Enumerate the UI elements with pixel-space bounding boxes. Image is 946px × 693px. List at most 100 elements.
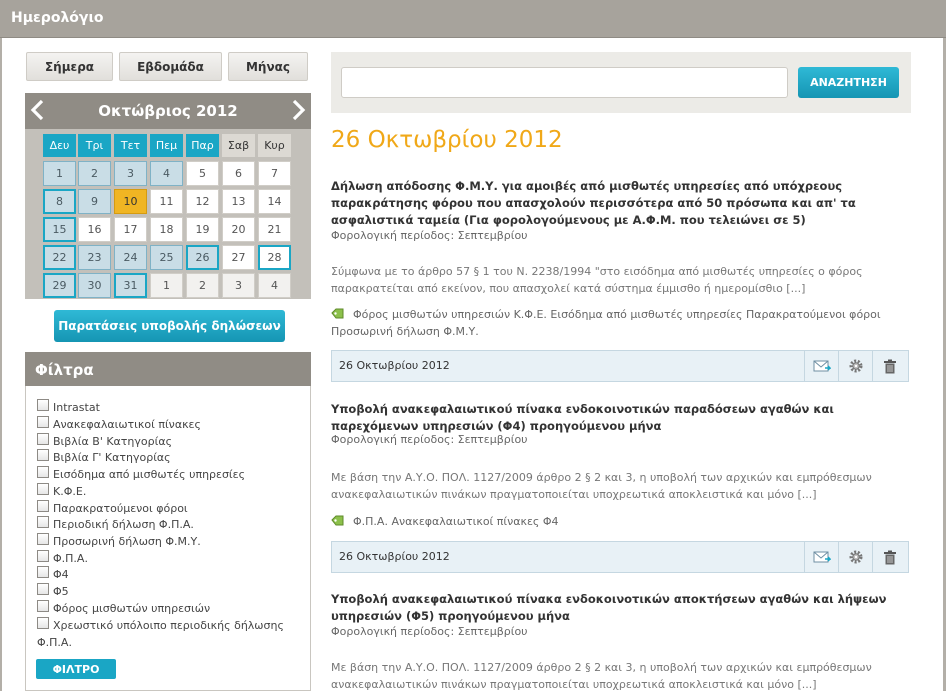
checkbox[interactable] xyxy=(37,399,49,411)
weekday-fri: Παρ xyxy=(186,134,219,157)
checkbox[interactable] xyxy=(37,533,49,545)
filter-option[interactable]: Χρεωστικό υπόλοιπο περιοδικής δήλωσης Φ.… xyxy=(37,617,297,651)
entry-date: 26 Οκτωβρίου 2012 xyxy=(339,359,450,372)
delete-button[interactable] xyxy=(872,351,906,381)
calendar-day[interactable]: 16 xyxy=(78,217,111,242)
settings-button[interactable] xyxy=(838,351,872,381)
calendar-day[interactable]: 30 xyxy=(78,273,111,298)
checkbox[interactable] xyxy=(37,483,49,495)
filter-option[interactable]: Κ.Φ.Ε. xyxy=(37,483,297,500)
entry-body: Με βάση την Α.Υ.Ο. ΠΟΛ. 1127/2009 άρθρο … xyxy=(331,661,872,691)
filter-option[interactable]: Εισόδημα από μισθωτές υπηρεσίες xyxy=(37,466,297,483)
filter-option[interactable]: Φόρος μισθωτών υπηρεσιών xyxy=(37,600,297,617)
email-button[interactable] xyxy=(804,351,838,381)
weekday-sat: Σαβ xyxy=(222,134,255,157)
calendar-day[interactable]: 1 xyxy=(43,161,76,186)
filter-option[interactable]: Περιοδική δήλωση Φ.Π.Α. xyxy=(37,516,297,533)
calendar-day[interactable]: 21 xyxy=(258,217,291,242)
checkbox[interactable] xyxy=(37,416,49,428)
filter-option[interactable]: Ανακεφαλαιωτικοί πίνακες xyxy=(37,416,297,433)
weekday-tue: Τρι xyxy=(78,134,111,157)
calendar-day[interactable]: 5 xyxy=(186,161,219,186)
calendar-day[interactable]: 3 xyxy=(114,161,147,186)
checkbox[interactable] xyxy=(37,566,49,578)
entry-tags: Φ.Π.Α. Ανακεφαλαιωτικοί πίνακες Φ4 xyxy=(331,513,906,530)
settings-button[interactable] xyxy=(838,542,872,572)
calendar-day-other-month[interactable]: 1 xyxy=(150,273,183,298)
entry-title[interactable]: Δήλωση απόδοσης Φ.Μ.Υ. για αμοιβές από μ… xyxy=(331,178,911,229)
tag-icon xyxy=(331,515,344,526)
calendar-day[interactable]: 11 xyxy=(150,189,183,214)
search-button[interactable]: ΑΝΑΖΗΤΗΣΗ xyxy=(798,67,899,98)
calendar-day[interactable]: 24 xyxy=(114,245,147,270)
checkbox[interactable] xyxy=(37,550,49,562)
entry-title[interactable]: Υποβολή ανακεφαλαιωτικού πίνακα ενδοκοιν… xyxy=(331,401,911,435)
trash-icon xyxy=(883,550,896,564)
entry-date: 26 Οκτωβρίου 2012 xyxy=(339,550,450,563)
checkbox[interactable] xyxy=(37,516,49,528)
checkbox[interactable] xyxy=(37,600,49,612)
tag-icon xyxy=(331,308,344,319)
calendar-day[interactable]: 20 xyxy=(222,217,255,242)
calendar-day-other-month[interactable]: 4 xyxy=(258,273,291,298)
checkbox[interactable] xyxy=(37,449,49,461)
checkbox[interactable] xyxy=(37,466,49,478)
checkbox[interactable] xyxy=(37,617,49,629)
today-button[interactable]: Σήμερα xyxy=(26,52,113,81)
calendar-day[interactable]: 8 xyxy=(43,189,76,214)
titlebar: Ημερολόγιο xyxy=(0,0,946,38)
calendar-day[interactable]: 26 xyxy=(186,245,219,270)
email-button[interactable] xyxy=(804,542,838,572)
calendar-day[interactable]: 23 xyxy=(78,245,111,270)
email-icon xyxy=(813,551,831,563)
entry-title[interactable]: Υποβολή ανακεφαλαιωτικού πίνακα ενδοκοιν… xyxy=(331,591,911,625)
calendar-day[interactable]: 29 xyxy=(43,273,76,298)
calendar-day[interactable]: 13 xyxy=(222,189,255,214)
calendar-day[interactable]: 2 xyxy=(78,161,111,186)
calendar-day[interactable]: 12 xyxy=(186,189,219,214)
search-input[interactable] xyxy=(341,67,788,98)
calendar-day[interactable]: 7 xyxy=(258,161,291,186)
delete-button[interactable] xyxy=(872,542,906,572)
filters-title: Φίλτρα xyxy=(35,361,94,379)
calendar-day[interactable]: 9 xyxy=(78,189,111,214)
filter-button[interactable]: ΦΙΛΤΡΟ xyxy=(36,659,116,679)
week-button[interactable]: Εβδομάδα xyxy=(119,52,222,81)
calendar-day[interactable]: 28 xyxy=(258,245,291,270)
calendar-day[interactable]: 27 xyxy=(222,245,255,270)
extensions-button[interactable]: Παρατάσεις υποβολής δηλώσεων xyxy=(54,310,285,342)
calendar-day[interactable]: 17 xyxy=(114,217,147,242)
calendar-day[interactable]: 22 xyxy=(43,245,76,270)
filter-option[interactable]: Παρακρατούμενοι φόροι xyxy=(37,500,297,517)
filter-option[interactable]: Φ5 xyxy=(37,583,297,600)
calendar-day-other-month[interactable]: 2 xyxy=(186,273,219,298)
filter-option[interactable]: Φ4 xyxy=(37,566,297,583)
filter-option[interactable]: Βιβλία Β' Κατηγορίας xyxy=(37,433,297,450)
weekday-wed: Τετ xyxy=(114,134,147,157)
entry-action-bar: 26 Οκτωβρίου 2012 xyxy=(331,541,909,573)
calendar-day[interactable]: 4 xyxy=(150,161,183,186)
calendar-day[interactable]: 31 xyxy=(114,273,147,298)
entry-period: Φορολογική περίοδος: Σεπτεμβρίου xyxy=(331,625,528,638)
filter-option[interactable]: Intrastat xyxy=(37,399,297,416)
entry-body: Με βάση την Α.Υ.Ο. ΠΟΛ. 1127/2009 άρθρο … xyxy=(331,471,872,501)
calendar-day[interactable]: 25 xyxy=(150,245,183,270)
checkbox[interactable] xyxy=(37,583,49,595)
entry-period: Φορολογική περίοδος: Σεπτεμβρίου xyxy=(331,229,528,242)
checkbox[interactable] xyxy=(37,433,49,445)
filter-option[interactable]: Φ.Π.Α. xyxy=(37,550,297,567)
calendar-day-today[interactable]: 10 xyxy=(114,189,147,214)
calendar-day[interactable]: 18 xyxy=(150,217,183,242)
gear-icon xyxy=(849,359,862,373)
calendar-month-label: Οκτώβριος 2012 xyxy=(98,102,238,120)
calendar-day-other-month[interactable]: 3 xyxy=(222,273,255,298)
filter-option[interactable]: Βιβλία Γ' Κατηγορίας xyxy=(37,449,297,466)
calendar-day[interactable]: 19 xyxy=(186,217,219,242)
calendar-day[interactable]: 6 xyxy=(222,161,255,186)
calendar-day[interactable]: 15 xyxy=(43,217,76,242)
chevron-right-icon[interactable] xyxy=(289,99,307,121)
month-button[interactable]: Μήνας xyxy=(228,52,308,81)
calendar-day[interactable]: 14 xyxy=(258,189,291,214)
filter-option[interactable]: Προσωρινή δήλωση Φ.Μ.Υ. xyxy=(37,533,297,550)
checkbox[interactable] xyxy=(37,500,49,512)
